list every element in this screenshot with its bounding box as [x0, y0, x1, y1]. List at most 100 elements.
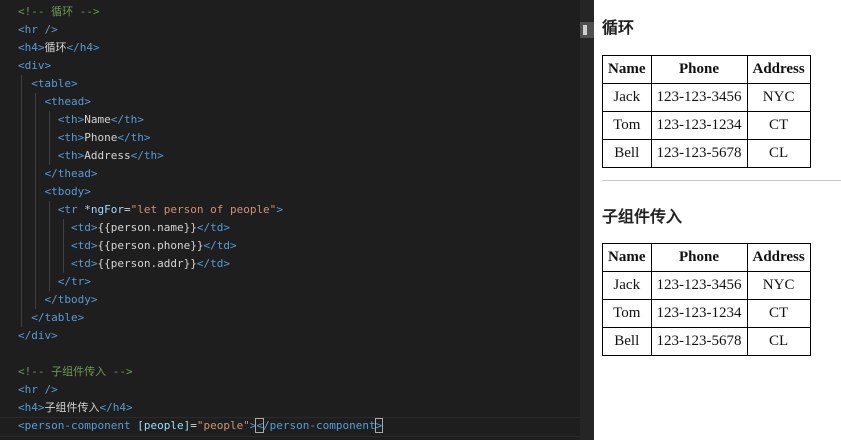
code-line[interactable]: </tbody> — [18, 291, 382, 309]
code-token: </th> — [130, 149, 164, 162]
cell-address: CT — [746, 299, 811, 328]
table-row: Tom 123-123-1234 CT — [602, 299, 811, 328]
code-line[interactable]: <th>Name</th> — [18, 111, 382, 129]
code-token: </div> — [18, 329, 58, 342]
code-editor[interactable]: <!-- 循环 --> <hr /> <h4>循环</h4> <div> <table… — [0, 0, 594, 440]
code-line[interactable]: <thead> — [18, 93, 382, 111]
code-token: </th> — [110, 113, 144, 126]
code-token: "let person of people" — [130, 203, 277, 216]
table-row: Bell 123-123-5678 CL — [602, 139, 811, 168]
code-token: </thead> — [18, 167, 98, 180]
code-token: <h4> — [18, 41, 45, 54]
code-token: *ngFor — [84, 203, 124, 216]
code-line[interactable]: <td>{{person.phone}}</td> — [18, 237, 382, 255]
code-line[interactable]: <tr *ngFor="let person of people"> — [18, 201, 382, 219]
code-line[interactable]: <table> — [18, 75, 382, 93]
cell-phone: 123-123-5678 — [650, 139, 748, 168]
code-line[interactable]: <th>Phone</th> — [18, 129, 382, 147]
code-line[interactable]: <!-- 循环 --> — [18, 3, 382, 21]
code-token: </td> — [196, 257, 230, 270]
table-row: Jack 123-123-3456 NYC — [602, 83, 811, 112]
code-line[interactable]: <h4>子组件传入</h4> — [18, 399, 382, 417]
column-header-phone: Phone — [650, 55, 748, 84]
code-line[interactable]: </tr> — [18, 273, 382, 291]
scrollbar-marker — [583, 25, 587, 35]
code-token: </td> — [196, 221, 230, 234]
code-token: <table> — [18, 77, 78, 90]
cell-phone: 123-123-5678 — [650, 327, 748, 356]
code-token: </tr> — [18, 275, 91, 288]
code-token: {{person.addr}} — [97, 257, 197, 270]
code-token: 子组件传入 — [44, 401, 100, 414]
code-line[interactable]: <h4>循环</h4> — [18, 39, 382, 57]
code-token: </table> — [18, 311, 85, 324]
code-token: > — [276, 203, 283, 216]
column-header-name: Name — [602, 55, 652, 84]
section-title-loop: 循环 — [602, 20, 635, 37]
code-token: <tr — [18, 203, 85, 216]
code-token: <td> — [18, 239, 98, 252]
code-line[interactable]: <tbody> — [18, 183, 382, 201]
cell-phone: 123-123-3456 — [650, 271, 748, 300]
table-header-row: Name Phone Address — [602, 55, 811, 84]
code-token: 循环 — [44, 41, 67, 54]
editor-scrollbar[interactable] — [580, 0, 594, 440]
code-token: <!-- 循环 --> — [18, 5, 100, 18]
cell-phone: 123-123-1234 — [650, 111, 748, 140]
code-token: <hr /> — [18, 23, 58, 36]
code-token: /person-component — [263, 419, 376, 432]
code-token: </tbody> — [18, 293, 98, 306]
cell-address: NYC — [746, 83, 811, 112]
code-line[interactable]: <td>{{person.addr}}</td> — [18, 255, 382, 273]
cell-address: CL — [746, 327, 811, 356]
code-line[interactable]: <div> — [18, 57, 382, 75]
code-line[interactable]: <hr /> — [18, 21, 382, 39]
code-token: <td> — [18, 221, 98, 234]
table-row: Tom 123-123-1234 CT — [602, 111, 811, 140]
code-line[interactable] — [18, 345, 382, 363]
code-line[interactable]: <person-component [people]="people"></pe… — [18, 417, 384, 435]
cell-phone: 123-123-3456 — [650, 83, 748, 112]
code-token: <person-component — [18, 419, 138, 432]
code-token: Name — [84, 113, 111, 126]
horizontal-rule — [602, 180, 841, 181]
table-row: Jack 123-123-3456 NYC — [602, 271, 811, 300]
cell-address: CT — [746, 111, 811, 140]
code-token: > — [374, 418, 384, 433]
code-lines[interactable]: <!-- 循环 --> <hr /> <h4>循环</h4> <div> <table… — [18, 3, 384, 435]
code-token: <div> — [18, 59, 52, 72]
column-header-phone: Phone — [650, 243, 748, 272]
cell-name: Jack — [602, 83, 652, 112]
code-token: <thead> — [18, 95, 91, 108]
code-line[interactable]: </table> — [18, 309, 382, 327]
table-header-row: Name Phone Address — [602, 243, 811, 272]
cell-name: Bell — [602, 139, 652, 168]
code-token: {{person.name}} — [97, 221, 197, 234]
code-token: <h4> — [18, 401, 45, 414]
code-token: [people] — [137, 419, 191, 432]
code-token: = — [190, 419, 197, 432]
table-row: Bell 123-123-5678 CL — [602, 327, 811, 356]
column-header-name: Name — [602, 243, 652, 272]
cell-name: Bell — [602, 327, 652, 356]
people-table-child: Name Phone Address Jack 123-123-3456 NYC… — [602, 243, 811, 356]
code-token: <th> — [18, 113, 85, 126]
cell-name: Tom — [602, 299, 652, 328]
code-token: </h4> — [66, 41, 100, 54]
code-line[interactable]: <th>Address</th> — [18, 147, 382, 165]
cell-name: Jack — [602, 271, 652, 300]
code-line[interactable]: </thead> — [18, 165, 382, 183]
preview-pane: 循环 Name Phone Address Jack 123-123-3456 … — [594, 0, 841, 440]
code-token: <th> — [18, 149, 85, 162]
code-line[interactable]: <hr /> — [18, 381, 382, 399]
code-token: <tbody> — [18, 185, 91, 198]
code-token: <!-- 子组件传入 --> — [18, 365, 133, 378]
code-line[interactable]: </div> — [18, 327, 382, 345]
people-table-loop: Name Phone Address Jack 123-123-3456 NYC… — [602, 55, 811, 168]
cell-address: NYC — [746, 271, 811, 300]
code-line[interactable]: <!-- 子组件传入 --> — [18, 363, 382, 381]
code-token: <th> — [18, 131, 85, 144]
code-token: "people" — [196, 419, 250, 432]
code-line[interactable]: <td>{{person.name}}</td> — [18, 219, 382, 237]
cell-name: Tom — [602, 111, 652, 140]
